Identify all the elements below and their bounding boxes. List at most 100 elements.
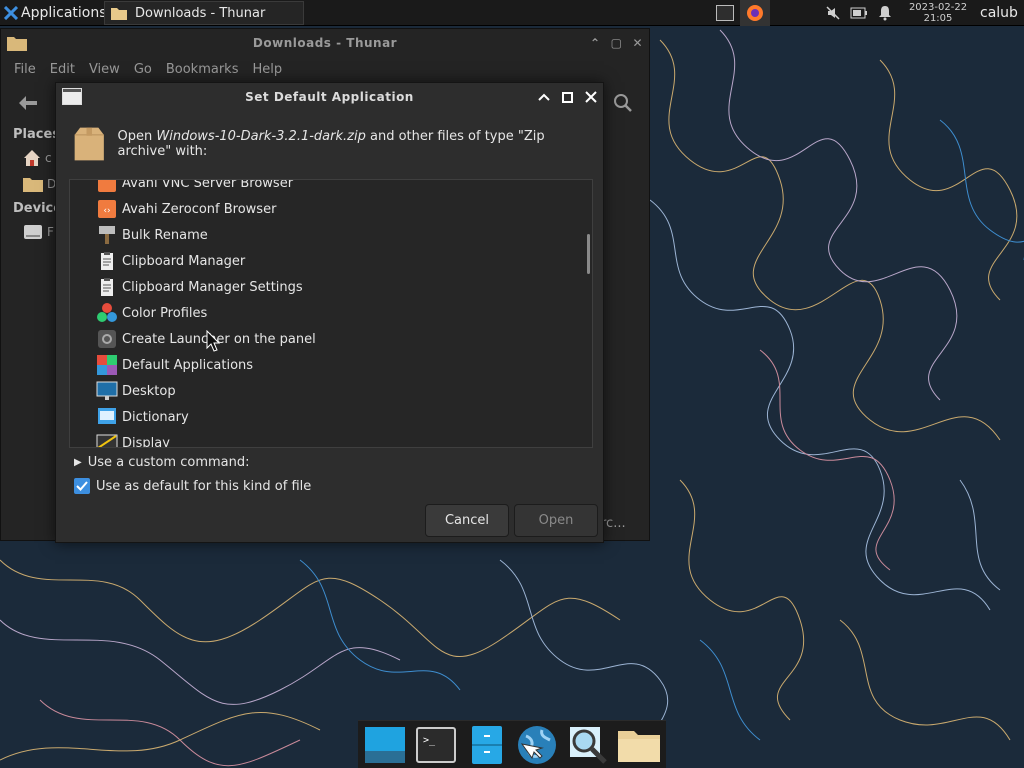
list-item[interactable]: Clipboard Manager — [70, 248, 592, 274]
sidebar-item-filesystem[interactable]: F — [1, 219, 57, 245]
launcher-icon — [96, 328, 118, 350]
menu-bookmarks[interactable]: Bookmarks — [159, 62, 246, 77]
dock-item-folder[interactable] — [616, 722, 662, 768]
speaker-muted-icon — [826, 6, 840, 20]
avahi-vnc-icon — [96, 180, 118, 194]
drive-icon — [24, 225, 42, 239]
list-item-label: Avahi VNC Server Browser — [122, 179, 294, 191]
thunar-sidebar: Places c D Devices F — [1, 125, 70, 245]
list-item[interactable]: Clipboard Manager Settings — [70, 274, 592, 300]
dock-item-terminal[interactable]: >_ — [413, 722, 459, 768]
svg-text:>_: >_ — [423, 735, 436, 746]
close-button[interactable] — [585, 91, 597, 103]
list-item[interactable]: Avahi VNC Server Browser — [70, 179, 592, 196]
file-manager-icon — [471, 725, 502, 764]
terminal-icon: >_ — [415, 726, 456, 763]
minimize-button[interactable]: ⌃ — [590, 29, 601, 57]
archive-icon — [74, 127, 104, 161]
taskbar-item-label: Downloads - Thunar — [135, 5, 266, 21]
places-header: Places — [13, 127, 61, 142]
menu-edit[interactable]: Edit — [43, 62, 82, 77]
user-menu[interactable]: calub — [978, 5, 1024, 21]
list-item[interactable]: Display — [70, 430, 592, 448]
taskbar-item-thunar[interactable]: Downloads - Thunar — [104, 1, 304, 25]
menu-go[interactable]: Go — [127, 62, 159, 77]
list-item[interactable]: Color Profiles — [70, 300, 592, 326]
battery-icon — [850, 7, 867, 19]
list-item-label: Clipboard Manager Settings — [122, 279, 303, 295]
list-item[interactable]: Bulk Rename — [70, 222, 592, 248]
mute-icon-button[interactable] — [820, 0, 846, 26]
list-item[interactable]: Desktop — [70, 378, 592, 404]
color-profiles-icon — [96, 302, 118, 324]
sidebar-item-home[interactable]: c — [1, 145, 57, 171]
sidebar-item-desktop[interactable]: D — [1, 171, 57, 197]
svg-text:‹›: ‹› — [103, 206, 110, 216]
minimize-button[interactable] — [538, 92, 550, 102]
xfce-logo-icon — [4, 5, 18, 20]
firefox-launcher[interactable] — [740, 0, 770, 26]
show-desktop-icon — [365, 726, 405, 763]
menu-file[interactable]: File — [7, 62, 43, 77]
close-button[interactable]: ✕ — [632, 29, 643, 57]
thunar-title: Downloads - Thunar — [252, 36, 398, 50]
default-apps-icon — [96, 354, 118, 376]
sidebar-item-label: c — [45, 151, 52, 165]
dictionary-icon — [96, 406, 118, 428]
window-icon — [62, 88, 82, 105]
dock-item-show-desktop[interactable] — [362, 722, 408, 768]
cancel-button[interactable]: Cancel — [425, 504, 509, 537]
back-arrow-icon[interactable] — [18, 95, 38, 111]
folder-icon — [617, 730, 660, 762]
use-as-default-checkbox[interactable]: Use as default for this kind of file — [74, 478, 311, 494]
browser-icon — [518, 725, 557, 764]
open-button[interactable]: Open — [514, 504, 598, 537]
list-item-label: Display — [122, 435, 170, 448]
top-panel: Applications ≡ Downloads - Thunar 2023-0… — [0, 0, 1024, 26]
maximize-button[interactable] — [562, 91, 573, 103]
bottom-dock: >_ — [358, 720, 666, 768]
list-item-label: Clipboard Manager — [122, 253, 246, 269]
list-item[interactable]: Create Launcher on the panel — [70, 326, 592, 352]
list-item-label: Default Applications — [122, 357, 254, 373]
application-list[interactable]: Avahi VNC Server Browser ‹› Avahi Zeroco… — [69, 179, 593, 448]
list-scrollbar[interactable] — [587, 234, 590, 274]
applications-label: Applications — [21, 4, 107, 21]
list-item[interactable]: Dictionary — [70, 404, 592, 430]
dock-item-file-manager[interactable] — [464, 722, 510, 768]
set-default-application-dialog: Set Default Application Open Windows-10-… — [55, 82, 604, 543]
menu-help[interactable]: Help — [245, 62, 289, 77]
search-icon[interactable] — [613, 93, 633, 113]
notifications-button[interactable] — [872, 0, 898, 26]
list-item-label: Desktop — [122, 383, 176, 399]
clipboard-icon — [96, 250, 118, 272]
list-item[interactable]: Default Applications — [70, 352, 592, 378]
display-icon — [96, 432, 118, 447]
list-item-label: Avahi Zeroconf Browser — [122, 201, 277, 217]
search-icon — [570, 726, 607, 764]
thunar-menubar: File Edit View Go Bookmarks Help — [1, 57, 649, 81]
dialog-title: Set Default Application — [245, 90, 414, 104]
dialog-titlebar: Set Default Application — [56, 83, 603, 111]
workspace-switcher[interactable] — [710, 0, 740, 26]
menu-view[interactable]: View — [82, 62, 127, 77]
clipboard-settings-icon — [96, 276, 118, 298]
open-with-text: Open Windows-10-Dark-3.2.1-dark.zip and … — [118, 129, 594, 159]
devices-header: Devices — [13, 201, 70, 216]
folder-icon — [7, 37, 27, 51]
expander-arrow-icon: ▶ — [74, 457, 82, 468]
folder-icon — [23, 178, 43, 192]
maximize-button[interactable]: ▢ — [611, 29, 623, 57]
custom-command-label: Use a custom command: — [87, 455, 250, 470]
dock-item-search[interactable] — [565, 722, 611, 768]
clock-time: 21:05 — [923, 13, 953, 24]
use-as-default-label: Use as default for this kind of file — [96, 478, 312, 494]
bulk-rename-icon — [96, 224, 118, 246]
bell-icon — [879, 6, 891, 21]
battery-button[interactable] — [846, 0, 872, 26]
custom-command-expander[interactable]: ▶ Use a custom command: — [74, 455, 250, 470]
clock[interactable]: 2023-02-22 21:05 — [898, 2, 978, 24]
dock-item-browser[interactable] — [514, 722, 560, 768]
clock-date: 2023-02-22 — [908, 2, 968, 13]
list-item[interactable]: ‹› Avahi Zeroconf Browser — [70, 196, 592, 222]
